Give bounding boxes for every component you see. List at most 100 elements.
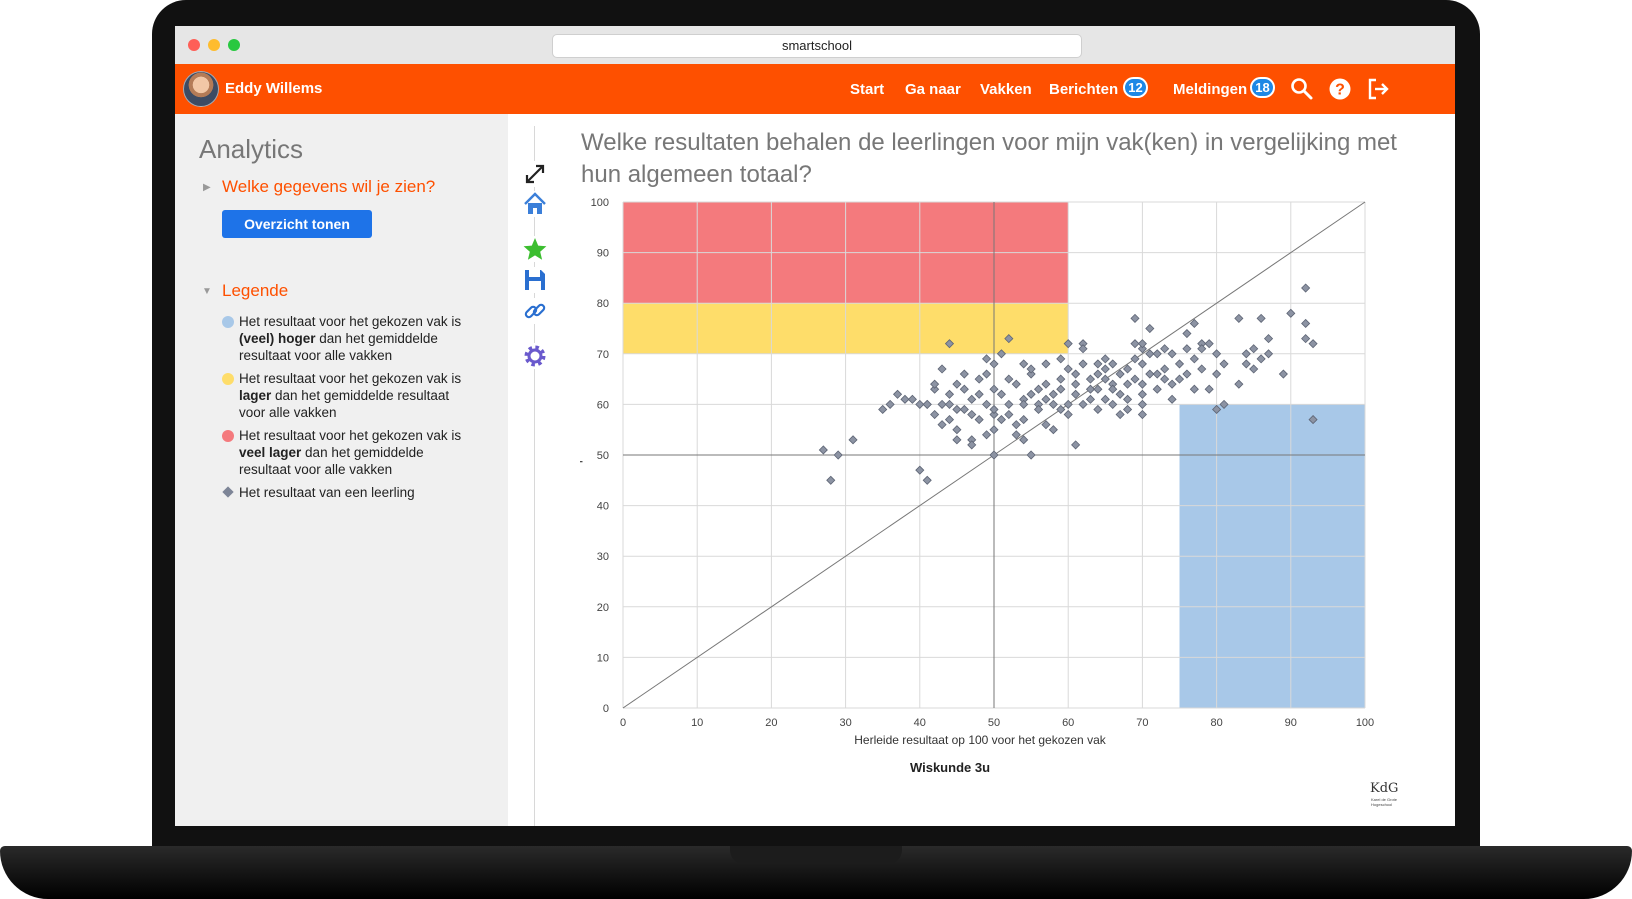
data-point bbox=[1071, 379, 1081, 389]
data-point bbox=[1085, 374, 1096, 384]
data-point bbox=[1160, 344, 1170, 354]
data-point bbox=[1019, 359, 1029, 369]
berichten-count-badge: 12 bbox=[1123, 77, 1148, 98]
data-point bbox=[1004, 409, 1014, 420]
expanded-triangle-icon[interactable]: ▼ bbox=[202, 286, 212, 297]
nav-vakken[interactable]: Vakken bbox=[980, 81, 1032, 98]
data-point bbox=[1234, 313, 1244, 323]
svg-text:?: ? bbox=[1335, 82, 1345, 99]
data-point bbox=[944, 389, 955, 399]
data-point bbox=[959, 404, 969, 415]
y-tick-label: 90 bbox=[597, 248, 609, 260]
y-tick-label: 20 bbox=[597, 602, 609, 614]
data-point bbox=[1137, 399, 1147, 409]
data-point bbox=[1189, 384, 1199, 394]
data-point bbox=[1249, 364, 1259, 374]
data-point bbox=[1122, 404, 1133, 415]
data-point bbox=[1137, 379, 1147, 389]
data-point bbox=[1093, 404, 1103, 415]
data-point bbox=[1100, 374, 1110, 384]
data-point bbox=[989, 450, 999, 460]
data-point bbox=[1100, 394, 1110, 404]
data-point bbox=[1063, 399, 1073, 409]
avatar[interactable] bbox=[183, 71, 219, 107]
data-point bbox=[1167, 349, 1177, 359]
star-icon[interactable] bbox=[522, 236, 548, 262]
y-tick-label: 40 bbox=[597, 501, 609, 513]
nav-ga-naar[interactable]: Ga naar bbox=[905, 81, 961, 98]
data-point bbox=[826, 475, 836, 485]
data-point bbox=[1197, 344, 1207, 354]
y-tick-label: 60 bbox=[597, 399, 609, 411]
data-point bbox=[1115, 389, 1125, 399]
y-tick-label: 50 bbox=[597, 450, 609, 462]
data-point bbox=[1026, 450, 1036, 460]
y-tick-label: 30 bbox=[597, 551, 609, 563]
url-bar[interactable]: smartschool bbox=[552, 34, 1082, 58]
data-point bbox=[1256, 313, 1266, 323]
data-selection-link[interactable]: Welke gegevens wil je zien? bbox=[222, 177, 435, 197]
page-question-title: Welke resultaten behalen de leerlingen v… bbox=[581, 129, 1397, 188]
data-point bbox=[1063, 409, 1073, 420]
data-point bbox=[989, 384, 999, 394]
meldingen-count-badge: 18 bbox=[1250, 77, 1275, 98]
data-point bbox=[1041, 379, 1051, 389]
data-point bbox=[885, 399, 895, 409]
data-point bbox=[1108, 384, 1118, 394]
data-point bbox=[1301, 318, 1311, 329]
save-icon[interactable] bbox=[522, 267, 548, 293]
data-point bbox=[1033, 404, 1044, 415]
logo-text: KdG bbox=[1370, 781, 1399, 796]
legend-bold: (veel) hoger bbox=[239, 331, 316, 346]
data-point bbox=[1241, 349, 1251, 359]
data-point bbox=[1078, 359, 1088, 369]
home-icon[interactable] bbox=[522, 191, 548, 217]
minimize-window-button[interactable] bbox=[208, 39, 220, 51]
data-point bbox=[1056, 354, 1066, 364]
x-tick-label: 100 bbox=[1356, 717, 1374, 729]
y-axis-label: Herleide resultaat op 100 voor alle vakk… bbox=[580, 343, 583, 567]
legend-dot-yellow bbox=[222, 373, 234, 385]
expand-icon[interactable] bbox=[522, 161, 548, 187]
data-point bbox=[1085, 394, 1096, 404]
x-tick-label: 60 bbox=[1062, 717, 1074, 729]
y-tick-label: 100 bbox=[591, 198, 609, 209]
close-window-button[interactable] bbox=[188, 39, 200, 51]
data-point bbox=[1056, 374, 1066, 384]
search-icon[interactable] bbox=[1289, 76, 1315, 102]
data-point bbox=[1137, 339, 1147, 349]
x-tick-label: 40 bbox=[914, 717, 926, 729]
nav-start[interactable]: Start bbox=[850, 81, 884, 98]
data-point bbox=[900, 394, 910, 404]
x-tick-label: 20 bbox=[765, 717, 777, 729]
legend-dot-blue bbox=[222, 316, 234, 328]
y-tick-label: 10 bbox=[597, 652, 609, 664]
settings-icon[interactable] bbox=[522, 343, 548, 369]
help-icon[interactable]: ? bbox=[1327, 76, 1353, 102]
nav-berichten[interactable]: Berichten bbox=[1049, 81, 1118, 98]
link-icon[interactable] bbox=[522, 298, 548, 324]
data-point bbox=[952, 379, 962, 389]
data-point bbox=[1301, 283, 1311, 293]
data-point bbox=[1122, 394, 1133, 404]
data-point bbox=[974, 374, 984, 384]
data-point bbox=[1182, 344, 1192, 354]
overview-button[interactable]: Overzicht tonen bbox=[222, 210, 372, 238]
legend-bold: lager bbox=[239, 388, 272, 403]
data-point bbox=[944, 415, 955, 425]
x-tick-label: 30 bbox=[839, 717, 851, 729]
collapsed-triangle-icon[interactable]: ▶ bbox=[203, 182, 211, 193]
user-name[interactable]: Eddy Willems bbox=[225, 80, 322, 97]
data-point bbox=[930, 409, 940, 420]
data-point bbox=[1174, 374, 1185, 384]
data-point bbox=[1263, 334, 1274, 344]
kdg-logo: KdG Karel de Grote Hogeschool bbox=[1370, 781, 1410, 811]
data-point bbox=[1026, 389, 1036, 399]
laptop-notch bbox=[730, 846, 902, 864]
data-point bbox=[1108, 399, 1118, 409]
legend-title[interactable]: Legende bbox=[222, 281, 288, 301]
maximize-window-button[interactable] bbox=[228, 39, 240, 51]
nav-meldingen[interactable]: Meldingen bbox=[1173, 81, 1247, 98]
data-point bbox=[1011, 420, 1021, 430]
logout-icon[interactable] bbox=[1365, 76, 1391, 102]
